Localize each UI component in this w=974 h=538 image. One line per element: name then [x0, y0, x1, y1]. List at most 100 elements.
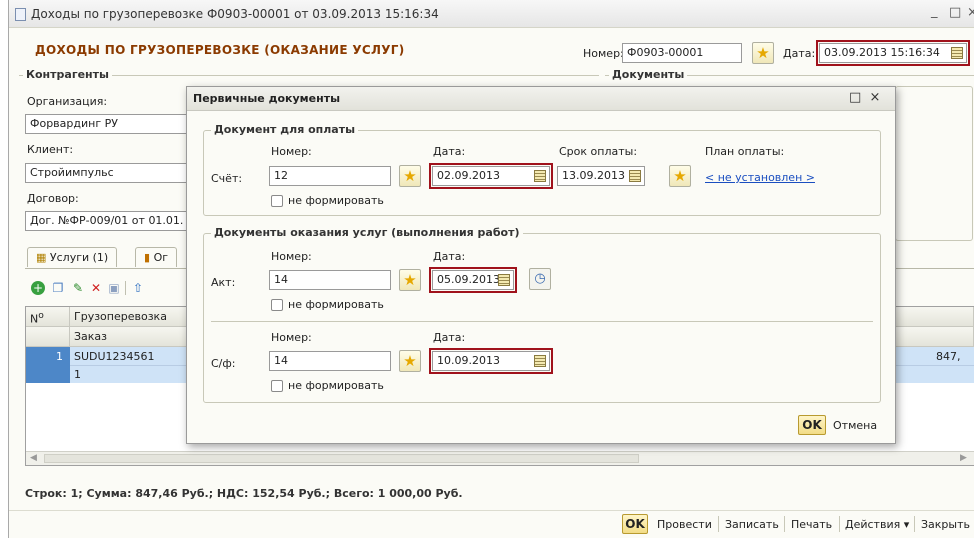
- organization-label: Организация:: [27, 95, 108, 108]
- add-icon[interactable]: +: [31, 281, 45, 295]
- ok-button[interactable]: OK: [622, 514, 648, 534]
- document-number-field[interactable]: Ф0903-00001: [622, 43, 742, 63]
- client-label: Клиент:: [27, 143, 74, 156]
- close-button[interactable]: Закрыть: [921, 518, 970, 531]
- invoice-date-label: Дата:: [433, 145, 466, 158]
- minimize-button[interactable]: _: [931, 4, 938, 19]
- invoice-date-field[interactable]: 02.09.2013: [429, 163, 553, 189]
- invoice-number-field[interactable]: 12: [269, 166, 391, 186]
- star-icon[interactable]: ★: [399, 350, 421, 372]
- sf-no-form-checkbox[interactable]: [271, 380, 283, 392]
- due-date-field[interactable]: 13.09.2013: [557, 166, 645, 186]
- order-sub-cell[interactable]: 1: [74, 368, 81, 381]
- primary-documents-dialog: Первичные документы □ × Документ для опл…: [186, 86, 896, 444]
- act-no-form-checkbox[interactable]: [271, 299, 283, 311]
- post-button[interactable]: Провести: [657, 518, 712, 531]
- contract-label: Договор:: [27, 192, 79, 205]
- scroll-left-icon[interactable]: ◀: [30, 453, 37, 463]
- copy-icon[interactable]: ❐: [51, 281, 65, 295]
- sf-no-form-label: не формировать: [288, 379, 384, 392]
- sf-date-value: 10.09.2013: [437, 354, 500, 367]
- payment-group-title: Документ для оплаты: [211, 123, 359, 136]
- act-label: Акт:: [211, 276, 236, 289]
- document-icon: [15, 8, 26, 21]
- dialog-ok-button[interactable]: OK: [798, 415, 826, 435]
- column-header-blank: [26, 327, 70, 347]
- edit-icon[interactable]: ✎: [71, 281, 85, 295]
- bottom-divider: [9, 510, 974, 511]
- row-marker: [26, 347, 70, 383]
- sf-number-field[interactable]: 14: [269, 351, 391, 371]
- actions-menu-button[interactable]: Действия ▾: [845, 518, 909, 531]
- invoice-no-form-label: не формировать: [288, 194, 384, 207]
- due-date-value: 13.09.2013: [562, 169, 625, 182]
- act-number-label: Номер:: [271, 250, 312, 263]
- window-title: Доходы по грузоперевозке Ф0903-00001 от …: [31, 7, 439, 21]
- document-date-value: 03.09.2013 15:16:34: [824, 46, 940, 59]
- scrollbar-thumb[interactable]: [44, 454, 639, 463]
- print-button[interactable]: Печать: [791, 518, 832, 531]
- close-window-button[interactable]: ×: [967, 5, 974, 20]
- documents-section-title: Документы: [609, 68, 688, 81]
- documents-panel: [895, 86, 973, 241]
- star-icon[interactable]: ★: [669, 165, 691, 187]
- act-date-value: 05.09.2013: [437, 273, 500, 286]
- clock-icon[interactable]: ◷: [529, 268, 551, 290]
- separator: [839, 516, 840, 532]
- calendar-icon[interactable]: [534, 170, 546, 182]
- number-label: Номер:: [583, 47, 624, 60]
- payment-plan-link[interactable]: < не установлен >: [705, 171, 815, 184]
- star-icon[interactable]: ★: [399, 165, 421, 187]
- invoice-date-value: 02.09.2013: [437, 169, 500, 182]
- act-date-field[interactable]: 05.09.2013: [429, 267, 517, 293]
- tab-services[interactable]: ▦ Услуги (1): [27, 247, 118, 267]
- column-header-number[interactable]: Nо: [26, 307, 70, 327]
- sf-date-field[interactable]: 10.09.2013: [429, 348, 553, 374]
- dialog-titlebar: Первичные документы □ ×: [187, 87, 895, 111]
- star-icon[interactable]: ★: [752, 42, 774, 64]
- chart-icon: ▮: [144, 251, 151, 264]
- invoice-no-form-checkbox[interactable]: [271, 195, 283, 207]
- payment-plan-label: План оплаты:: [705, 145, 785, 158]
- toolbar-separator: [125, 281, 126, 295]
- calendar-icon[interactable]: [951, 47, 963, 59]
- sf-label: С/ф:: [211, 357, 236, 370]
- separator: [914, 516, 915, 532]
- act-date-label: Дата:: [433, 250, 466, 263]
- dialog-cancel-button[interactable]: Отмена: [833, 419, 877, 432]
- save-button[interactable]: Записать: [725, 518, 779, 531]
- calendar-icon[interactable]: [498, 274, 510, 286]
- calendar-icon[interactable]: [629, 170, 641, 182]
- invoice-number-label: Номер:: [271, 145, 312, 158]
- dialog-title: Первичные документы: [193, 92, 341, 105]
- move-up-icon[interactable]: ⇧: [131, 281, 145, 295]
- maximize-button[interactable]: □: [949, 5, 961, 20]
- invoice-label: Счёт:: [211, 172, 243, 185]
- sf-date-label: Дата:: [433, 331, 466, 344]
- save-icon[interactable]: ▣: [107, 281, 121, 295]
- window-titlebar: Доходы по грузоперевозке Ф0903-00001 от …: [9, 0, 974, 28]
- amount-cell[interactable]: 847,: [936, 350, 961, 363]
- group-separator: [211, 321, 873, 322]
- star-icon[interactable]: ★: [399, 269, 421, 291]
- services-group-title: Документы оказания услуг (выполнения раб…: [211, 226, 523, 239]
- date-label: Дата:: [783, 47, 816, 60]
- act-no-form-label: не формировать: [288, 298, 384, 311]
- scroll-right-icon[interactable]: ▶: [960, 453, 967, 463]
- order-cell[interactable]: SUDU1234561: [74, 350, 155, 363]
- contractors-section-title: Контрагенты: [23, 68, 112, 81]
- dialog-window-controls[interactable]: □ ×: [849, 90, 880, 105]
- row-number: 1: [56, 350, 63, 363]
- horizontal-scrollbar[interactable]: ◀ ▶: [26, 451, 974, 465]
- tab-other[interactable]: ▮ Ог: [135, 247, 177, 267]
- tab-other-label: Ог: [153, 251, 168, 264]
- document-date-field[interactable]: 03.09.2013 15:16:34: [816, 40, 970, 66]
- delete-icon[interactable]: ✕: [89, 281, 103, 295]
- tab-services-label: Услуги (1): [49, 251, 109, 264]
- calendar-icon[interactable]: [534, 355, 546, 367]
- page-title: ДОХОДЫ ПО ГРУЗОПЕРЕВОЗКЕ (ОКАЗАНИЕ УСЛУГ…: [35, 43, 405, 57]
- sf-number-label: Номер:: [271, 331, 312, 344]
- column-number-label: N: [30, 312, 39, 326]
- act-number-field[interactable]: 14: [269, 270, 391, 290]
- column-number-sup: о: [38, 310, 44, 321]
